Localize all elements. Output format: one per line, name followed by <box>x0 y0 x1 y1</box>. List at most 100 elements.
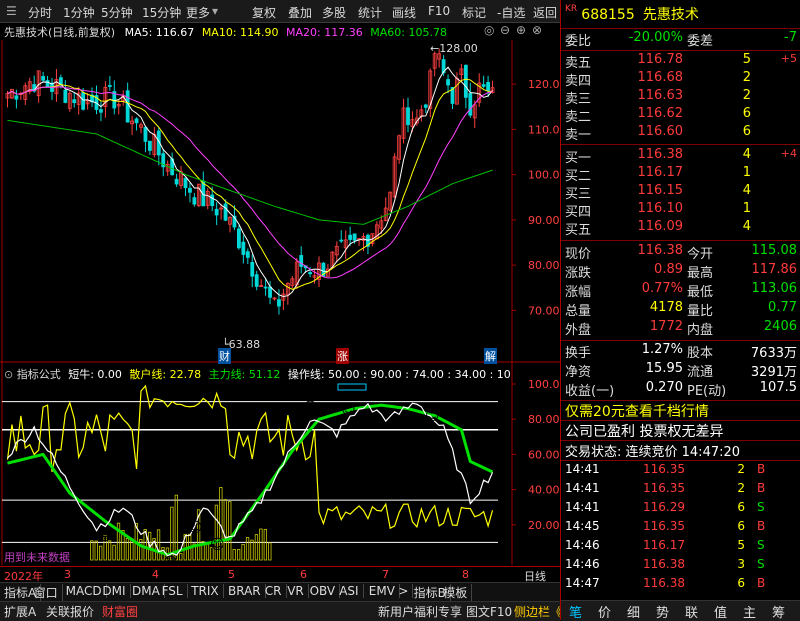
bid-volume: 4 <box>742 147 751 162</box>
tick-price: 116.38 <box>643 557 685 571</box>
wealth-circle-tab[interactable]: 财富圈 <box>102 603 138 620</box>
indicator-tab[interactable]: > <box>398 584 414 598</box>
trade-status-text: 交易状态: 连续竞价 14:47:20 <box>565 445 741 460</box>
ask-volume: 6 <box>742 106 751 121</box>
stat-value: 0.77 <box>768 300 797 315</box>
wc-value: -7 <box>784 30 797 45</box>
indicator-name[interactable]: 指标公式 <box>17 368 61 381</box>
bid-price[interactable]: 116.38 <box>621 147 684 162</box>
ma60-line <box>7 119 493 225</box>
marker-limit-up[interactable]: 涨 <box>336 348 349 364</box>
y-tick-label: 100.0 <box>528 169 560 182</box>
high-price-label: ←128.00 <box>430 42 478 55</box>
indicator-tab[interactable]: DMA <box>132 584 165 598</box>
indicator-tab[interactable]: BRAR <box>228 584 266 598</box>
bid-level-label: 买二 <box>565 169 592 184</box>
tick-volume: 6 <box>737 500 745 514</box>
tick-volume: 6 <box>737 519 745 533</box>
y-tick-label: 80.00 <box>528 259 560 272</box>
indicator-bar <box>241 543 245 561</box>
stat-row: 收益(一) 0.270 PE(动) 107.5 <box>565 380 800 400</box>
tick-price: 116.35 <box>643 481 685 495</box>
ask-level-label: 卖一 <box>565 128 592 143</box>
tick-price: 116.17 <box>643 538 685 552</box>
tick-time: 14:41 <box>565 500 600 514</box>
f10-link[interactable]: 图文F10 <box>466 603 512 620</box>
quote-nav-tab[interactable]: 筹 <box>772 602 785 621</box>
tick-row: 14:45 116.35 6 B <box>565 519 800 539</box>
signal-face-icon: 😊 <box>341 402 356 418</box>
quote-nav-tab[interactable]: 值 <box>714 602 727 621</box>
indicator-tab[interactable]: MACD <box>66 584 107 598</box>
indicator-tab[interactable]: FSL <box>162 584 188 598</box>
quote-nav-tab[interactable]: 主 <box>743 602 756 621</box>
stat-value: 3291万 <box>750 365 797 380</box>
indicator-bar <box>205 543 210 561</box>
quote-nav-tab[interactable]: 价 <box>598 602 611 621</box>
stat-label: 最高 <box>687 266 714 281</box>
indicator-tab[interactable]: 模板 <box>443 584 473 601</box>
quote-nav-tab[interactable]: 联 <box>685 602 698 621</box>
ask-level-row: 卖二 116.62 6 <box>565 106 800 126</box>
indicator-bar <box>228 501 232 561</box>
bid-price[interactable]: 116.15 <box>621 183 684 198</box>
candle-body <box>147 140 152 151</box>
promo-level2-text[interactable]: 仅需20元查看千档行情 <box>565 404 709 420</box>
stat-value: 0.89 <box>654 262 683 277</box>
candle-body <box>406 107 410 126</box>
indicator-bar <box>90 540 94 561</box>
indicator-bar <box>263 528 268 561</box>
indicator-tab[interactable]: DMI <box>102 584 131 598</box>
ask-volume: 5 <box>742 52 751 67</box>
quote-nav-tab[interactable]: 笔 <box>569 602 582 621</box>
kr-badge-icon: KR <box>565 4 578 14</box>
ask-level-label: 卖五 <box>565 56 592 71</box>
indicator-collapse-icon[interactable]: ⊙ <box>4 368 13 381</box>
quote-nav-tab[interactable]: 势 <box>656 602 669 621</box>
bid-price[interactable]: 116.09 <box>621 219 684 234</box>
main-force-line <box>7 403 494 557</box>
stock-code: 688155 <box>581 7 635 23</box>
signal-marker <box>337 383 367 391</box>
bid-price[interactable]: 116.17 <box>621 165 684 180</box>
marker-finance[interactable]: 财 <box>218 348 231 364</box>
bottom-bar: 扩展A 关联报价 财富圈 新用户福利专享 图文F10 侧边栏《 <box>0 601 562 621</box>
stat-label: 总量 <box>565 304 592 319</box>
tick-volume: 3 <box>737 557 745 571</box>
ask-price[interactable]: 116.68 <box>621 70 684 85</box>
indicator-tab[interactable]: ASI <box>339 584 364 598</box>
indicator-tab[interactable]: 窗口 <box>34 584 63 601</box>
candle-body <box>174 178 179 185</box>
indicator-tab[interactable]: VR <box>287 584 309 598</box>
promo-level2[interactable]: 仅需20元查看千档行情 <box>565 401 800 421</box>
tick-row: 14:41 116.35 2 B <box>565 481 800 501</box>
indicator-tab[interactable]: TRIX <box>191 584 224 598</box>
x-axis-month: 6 <box>300 568 307 581</box>
marker-unlock[interactable]: 解 <box>484 348 497 364</box>
candle-body <box>299 255 304 267</box>
stat-value: 115.08 <box>751 243 798 258</box>
quote-nav-tab[interactable]: 细 <box>627 602 640 621</box>
related-quote-tab[interactable]: 关联报价 <box>46 603 94 620</box>
sidebar-toggle[interactable]: 侧边栏《 <box>514 603 562 620</box>
indicator-tab[interactable]: CR <box>265 584 287 598</box>
signal-face-icon: 😊 <box>188 520 203 536</box>
indicator-tab[interactable]: OBV <box>310 584 341 598</box>
ask-price[interactable]: 116.78 <box>621 52 684 67</box>
ask-price[interactable]: 116.60 <box>621 124 684 139</box>
indicator-bar <box>268 542 272 561</box>
ask-price[interactable]: 116.63 <box>621 88 684 103</box>
bid-price[interactable]: 116.10 <box>621 201 684 216</box>
expand-tab[interactable]: 扩展A <box>4 603 36 620</box>
stat-row: 净资 15.95 流通 3291万 <box>565 361 800 381</box>
candle-body <box>250 261 255 277</box>
kline-chart[interactable]: 120.0110.0100.090.0080.0070.00←128.00└63… <box>0 0 560 600</box>
ask-price[interactable]: 116.62 <box>621 106 684 121</box>
x-axis-month: 8 <box>462 568 469 581</box>
new-user-benefit-link[interactable]: 新用户福利专享 <box>378 603 462 620</box>
candle-body <box>263 286 268 289</box>
future-data-hint: 用到未来数据 <box>4 551 70 564</box>
tick-side: S <box>757 557 765 571</box>
short-bull-line <box>7 402 494 557</box>
indicator-tab[interactable]: EMV <box>369 584 400 598</box>
